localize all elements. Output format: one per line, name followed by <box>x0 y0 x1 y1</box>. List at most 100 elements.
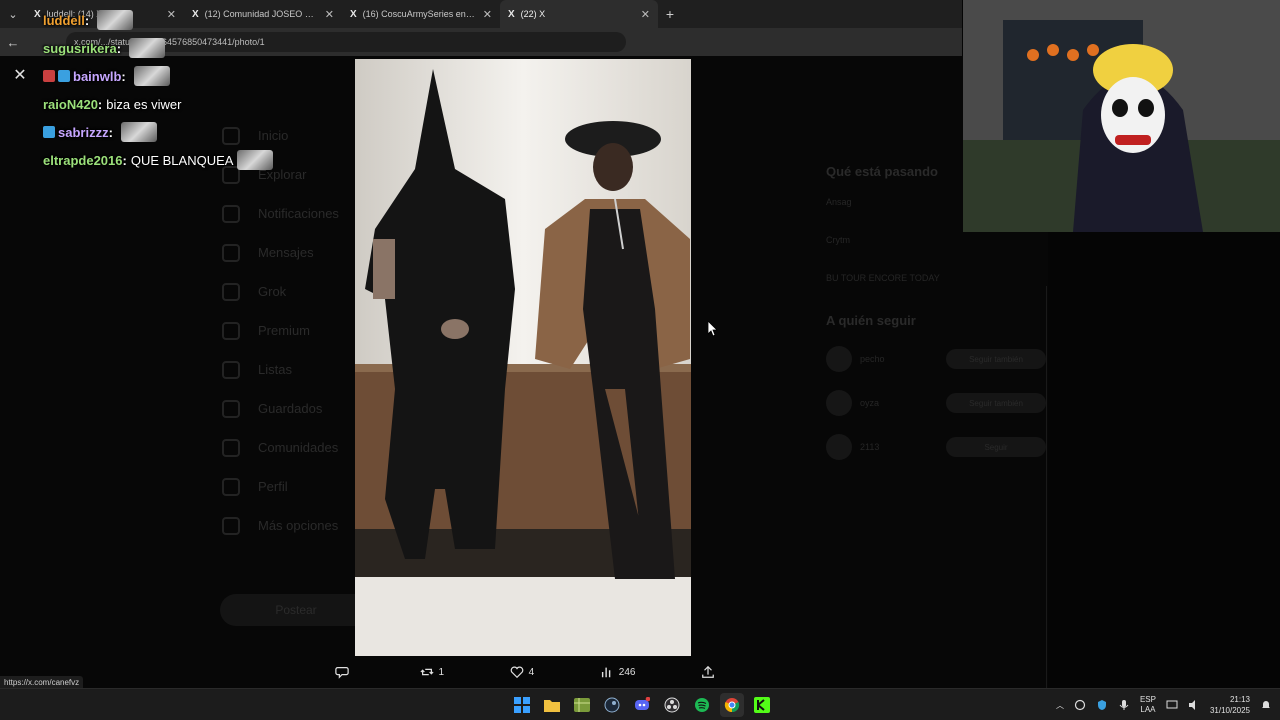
list-icon <box>222 360 240 379</box>
nav-label: Listas <box>258 362 292 377</box>
chat-username[interactable]: eltrapde2016 <box>43 153 123 168</box>
follow-name[interactable]: 2113 <box>860 442 946 452</box>
file-explorer-icon[interactable] <box>540 693 564 717</box>
language-indicator[interactable]: ESP LAA <box>1140 695 1156 715</box>
chat-username[interactable]: bainwlb <box>73 69 121 84</box>
spreadsheet-app-icon[interactable] <box>570 693 594 717</box>
chat-separator: : <box>84 12 90 28</box>
keyboard-layout: LAA <box>1140 705 1156 714</box>
chat-username[interactable]: sugusrikera <box>43 41 117 56</box>
back-arrow-icon[interactable]: ← <box>0 28 26 56</box>
nav-label: Más opciones <box>258 518 339 533</box>
nav-label: Notificaciones <box>258 206 339 221</box>
trend-item[interactable]: Crytm <box>826 235 1046 245</box>
bell-icon <box>222 204 240 223</box>
x-nav-item[interactable]: Mensajes <box>222 233 362 272</box>
x-nav-item[interactable]: Comunidades <box>222 428 362 467</box>
sync-icon[interactable] <box>1074 699 1086 711</box>
kick-icon[interactable] <box>750 693 774 717</box>
nav-label: Mensajes <box>258 245 314 260</box>
x-nav-item[interactable]: Premium <box>222 311 362 350</box>
start-menu-icon[interactable] <box>510 693 534 717</box>
views-button[interactable]: 246 <box>600 665 635 679</box>
nav-label: Guardados <box>258 401 323 416</box>
post-button[interactable]: Postear <box>220 594 372 626</box>
follow-button[interactable]: Seguir <box>946 437 1046 457</box>
follow-suggestion: 2113 Seguir <box>826 434 1046 460</box>
post-photo[interactable] <box>355 59 691 656</box>
x-logo-icon: X <box>508 8 515 20</box>
webcam-feed <box>963 0 1280 232</box>
follow-name[interactable]: oyza <box>860 398 946 408</box>
browser-tab[interactable]: X (16) CoscuArmySeries en X: "KE ✕ <box>342 0 500 28</box>
follow-name[interactable]: pecho <box>860 354 946 364</box>
retweet-count: 1 <box>438 666 445 678</box>
tab-title: (22) X <box>520 9 546 19</box>
communities-icon <box>222 438 240 457</box>
spotify-icon[interactable] <box>690 693 714 717</box>
chat-message: sabrizzz: <box>43 118 363 146</box>
close-tab-icon[interactable]: ✕ <box>641 8 650 21</box>
chat-message: raioN420: biza es viwer <box>43 90 363 118</box>
notification-bell-icon[interactable] <box>1260 699 1272 711</box>
mouse-cursor-icon <box>708 321 718 337</box>
stream-chat-overlay: luddell: sugusrikera: bainwlb: raioN420: biz… <box>43 6 363 174</box>
chat-emote-icon <box>237 150 274 170</box>
avatar <box>826 346 852 372</box>
like-count: 4 <box>528 666 535 678</box>
chevron-up-icon[interactable]: ︿ <box>1056 700 1064 711</box>
chat-separator: : <box>122 152 127 168</box>
follow-button[interactable]: Seguir también <box>946 393 1046 413</box>
microphone-icon[interactable] <box>1118 699 1130 711</box>
chat-message: luddell: <box>43 6 363 34</box>
clock-time: 21:13 <box>1229 695 1250 704</box>
volume-icon[interactable] <box>1188 699 1200 711</box>
chat-emote-icon <box>133 66 170 86</box>
taskbar-apps <box>510 693 774 717</box>
discord-icon[interactable] <box>630 693 654 717</box>
network-icon[interactable] <box>1166 699 1178 711</box>
follow-suggestion: pecho Seguir también <box>826 346 1046 372</box>
streamer-webcam <box>963 0 1280 232</box>
trend-item[interactable]: BU TOUR ENCORE TODAY <box>826 273 1046 283</box>
premium-icon <box>222 321 240 340</box>
x-nav-item[interactable]: Guardados <box>222 389 362 428</box>
close-viewer-icon[interactable]: ✕ <box>12 68 28 84</box>
chat-message: sugusrikera: <box>43 34 363 62</box>
obs-icon[interactable] <box>660 693 684 717</box>
chrome-icon[interactable] <box>720 693 744 717</box>
system-clock[interactable]: 21:13 31/10/2025 <box>1210 694 1250 716</box>
share-button[interactable] <box>701 665 715 679</box>
chat-emote-icon <box>129 38 166 58</box>
chat-username[interactable]: sabrizzz <box>58 125 109 140</box>
post-action-bar: 1 4 246 <box>335 662 715 682</box>
new-tab-button[interactable]: + <box>658 6 682 22</box>
chat-username[interactable]: raioN420 <box>43 97 98 112</box>
tab-search-chevron-icon[interactable]: ⌄ <box>0 0 26 28</box>
like-button[interactable]: 4 <box>510 665 535 679</box>
link-status-bar: https://x.com/canefvz <box>0 676 84 688</box>
security-shield-icon[interactable] <box>1096 699 1108 711</box>
language-code: ESP <box>1139 695 1156 704</box>
chat-badge-icon <box>58 70 70 82</box>
x-nav-item[interactable]: Más opciones <box>222 506 362 545</box>
x-nav-item[interactable]: Perfil <box>222 467 362 506</box>
x-logo-icon: X <box>34 8 41 20</box>
steam-icon[interactable] <box>600 693 624 717</box>
browser-tab-active[interactable]: X (22) X ✕ <box>500 0 658 28</box>
chat-separator: : <box>116 40 122 56</box>
retweet-button[interactable]: 1 <box>419 665 445 679</box>
x-nav-item[interactable]: Notificaciones <box>222 194 362 233</box>
nav-label: Perfil <box>258 479 288 494</box>
follow-button[interactable]: Seguir también <box>946 349 1046 369</box>
x-sidebar-nav: Inicio Explorar Notificaciones Mensajes … <box>222 116 362 545</box>
x-nav-item[interactable]: Grok <box>222 272 362 311</box>
divider <box>1046 286 1047 720</box>
x-nav-item[interactable]: Listas <box>222 350 362 389</box>
avatar <box>826 390 852 416</box>
chat-username[interactable]: luddell <box>43 13 85 28</box>
reply-button[interactable] <box>335 665 354 679</box>
close-tab-icon[interactable]: ✕ <box>483 8 492 21</box>
share-icon <box>702 665 714 678</box>
retweet-icon <box>419 668 434 676</box>
